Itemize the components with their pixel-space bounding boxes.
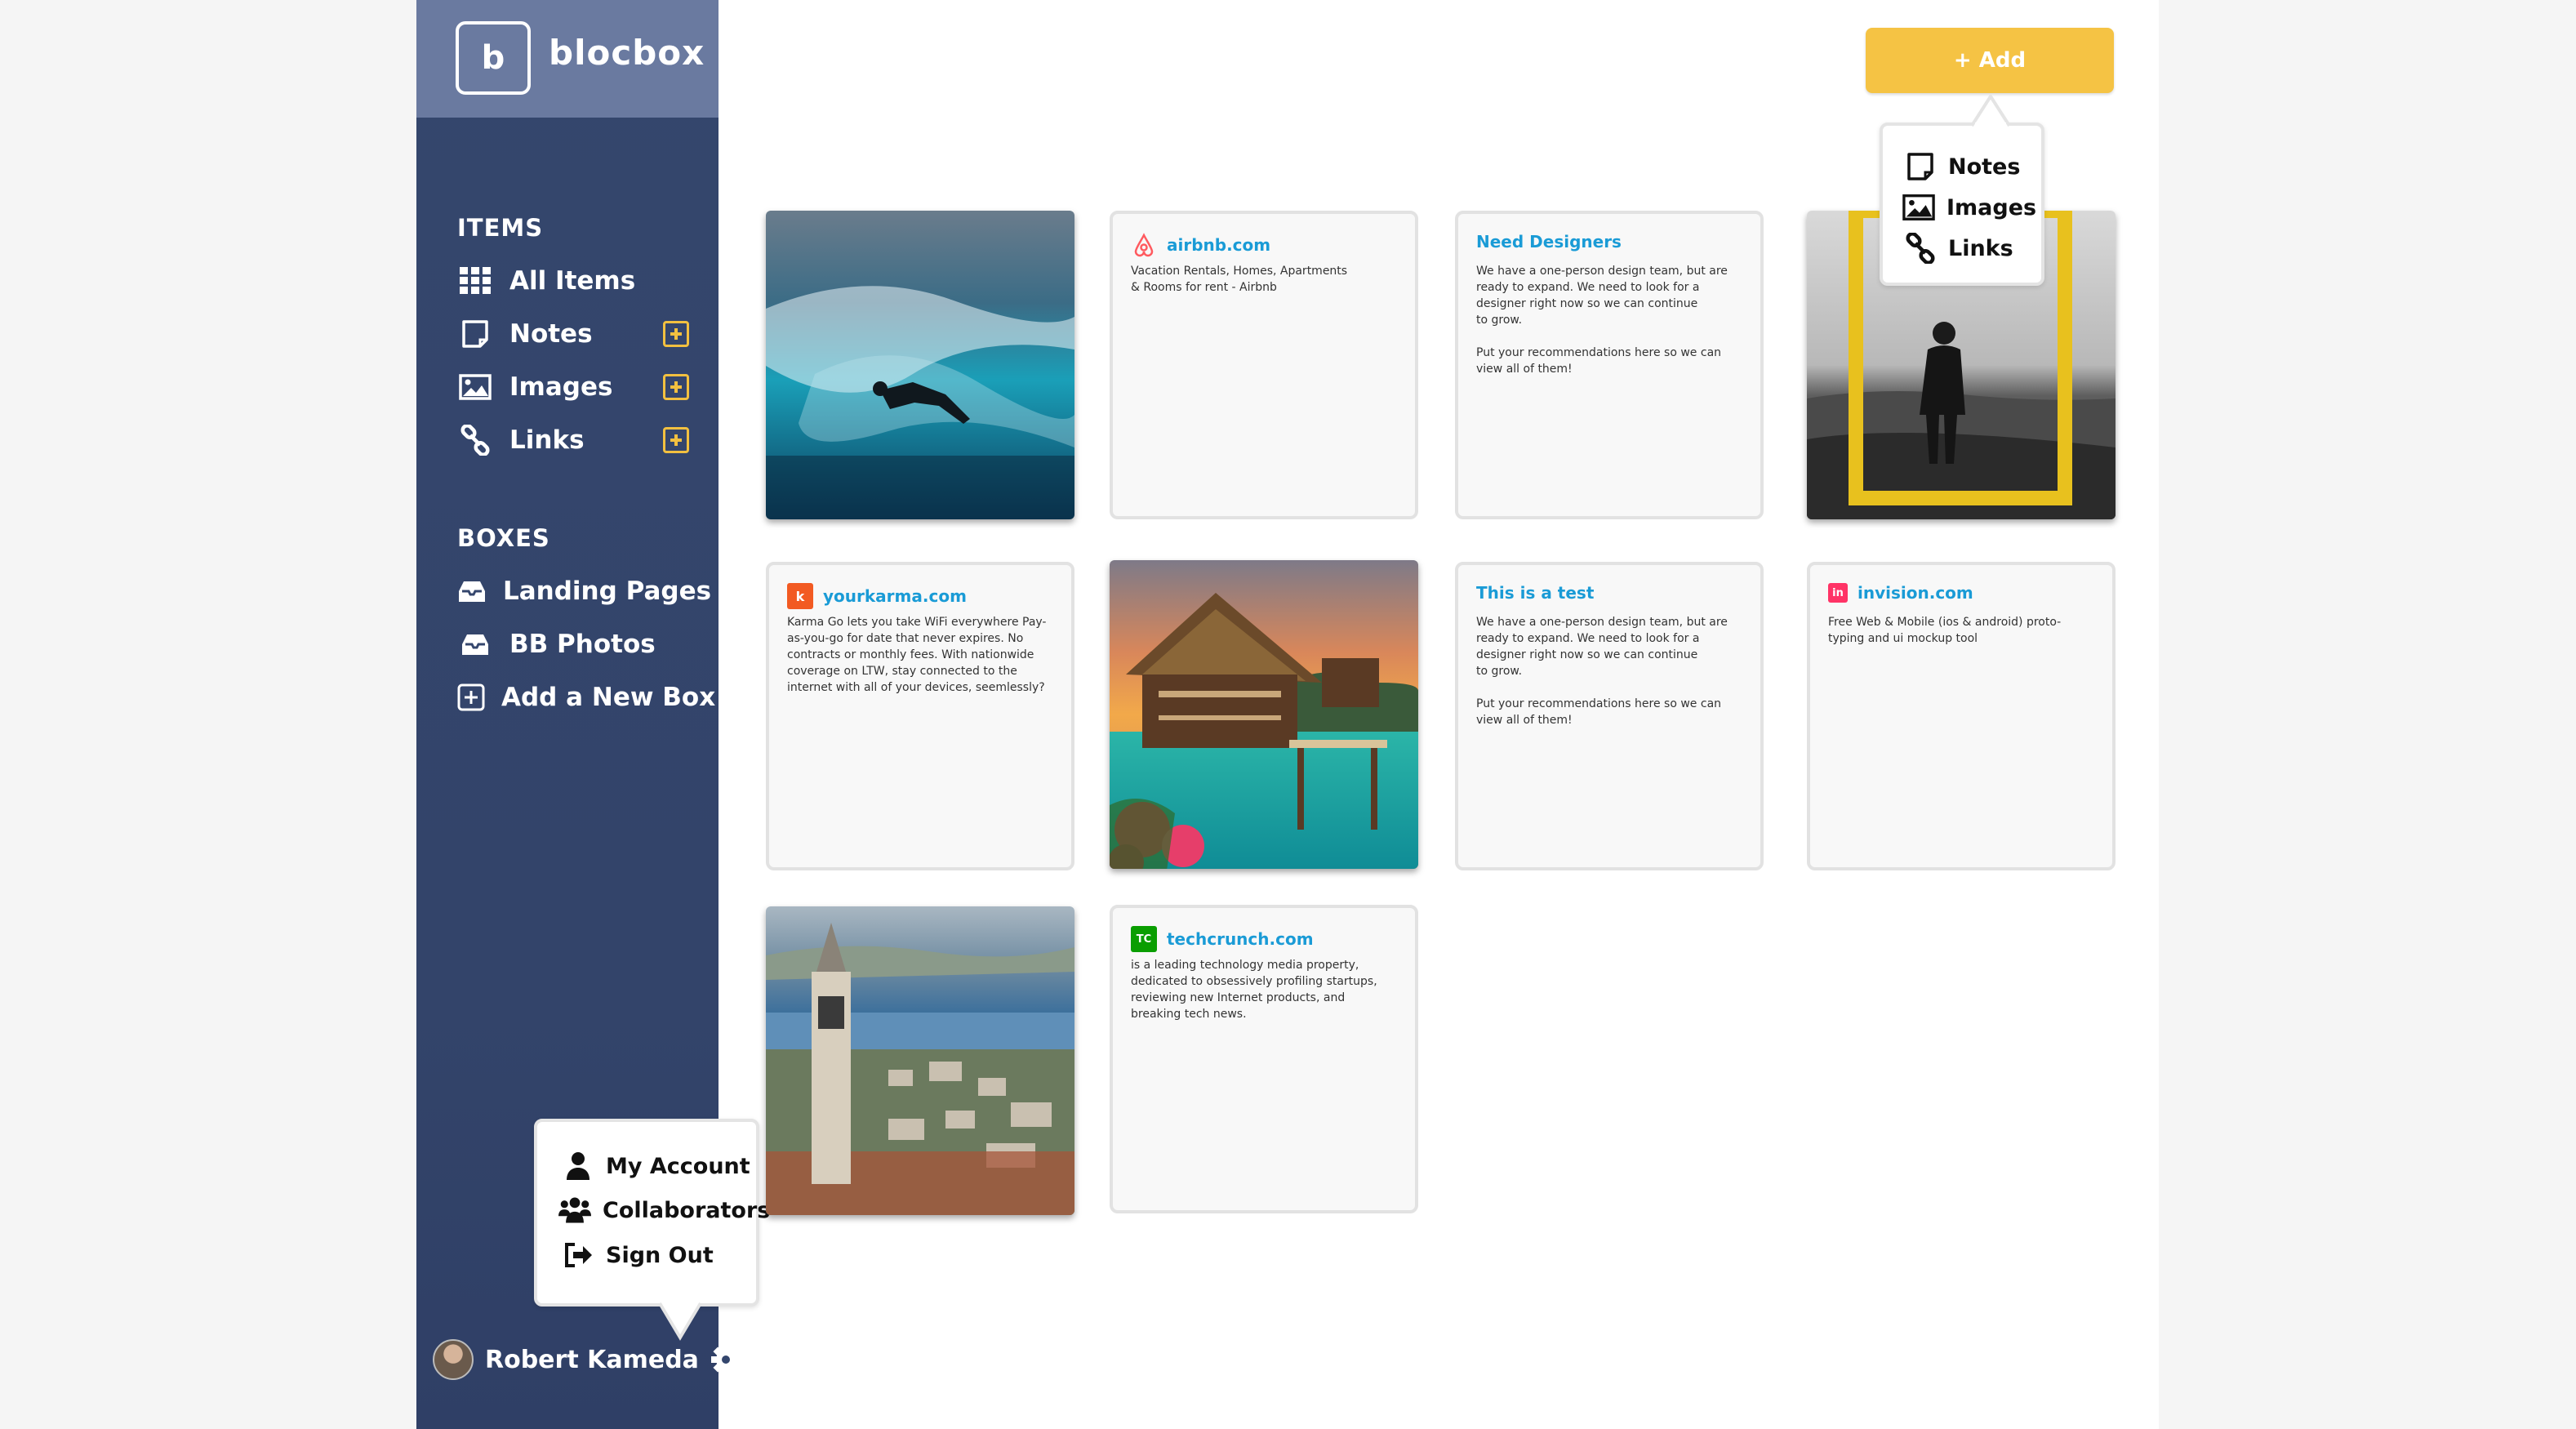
- card-body: We have a one-person design team, but ar…: [1476, 616, 1728, 727]
- add-menu-item-images[interactable]: Images: [1902, 191, 2036, 224]
- sidebar-item-label: Add a New Box: [501, 683, 716, 712]
- card-title[interactable]: invision.com: [1857, 583, 1973, 603]
- image-card-surfer[interactable]: [766, 211, 1074, 519]
- link-card-airbnb[interactable]: airbnb.com Vacation Rentals, Homes, Apar…: [1110, 211, 1418, 519]
- add-menu-item-links[interactable]: Links: [1904, 232, 2013, 265]
- karma-icon: k: [787, 583, 813, 609]
- inbox-icon: [457, 573, 487, 609]
- card-body: We have a one-person design team, but ar…: [1476, 265, 1728, 376]
- add-note-icon[interactable]: [663, 321, 689, 347]
- gear-icon[interactable]: [710, 1344, 741, 1375]
- items-section-title: ITEMS: [457, 214, 544, 242]
- sign-out-icon: [562, 1239, 594, 1271]
- menu-item-label: Links: [1948, 235, 2013, 261]
- sidebar-item-links[interactable]: Links: [457, 417, 702, 463]
- techcrunch-icon: TC: [1131, 926, 1157, 952]
- inbox-icon: [457, 626, 493, 662]
- card-body: Vacation Rentals, Homes, Apartments & Ro…: [1131, 265, 1348, 294]
- card-header: in invision.com: [1828, 583, 1973, 603]
- menu-item-label: Notes: [1948, 154, 2021, 180]
- grid-icon: [457, 263, 493, 299]
- users-icon: [558, 1194, 591, 1226]
- brand-bar[interactable]: b blocbox: [416, 0, 719, 118]
- sidebar-item-images[interactable]: Images: [457, 364, 702, 410]
- card-title[interactable]: yourkarma.com: [823, 586, 967, 606]
- sidebar-item-label: Images: [509, 372, 613, 402]
- card-title[interactable]: airbnb.com: [1167, 235, 1270, 255]
- card-header: k yourkarma.com: [787, 583, 967, 609]
- surfer-photo: [766, 211, 1074, 519]
- sidebar-item-label: All Items: [509, 266, 636, 296]
- bungalow-photo: [1110, 560, 1418, 869]
- user-icon: [562, 1150, 594, 1182]
- sidebar-item-label: Notes: [509, 319, 593, 349]
- plus-square-icon: [457, 679, 485, 715]
- sidebar-item-label: Links: [509, 425, 585, 455]
- menu-item-label: Images: [1946, 194, 2037, 220]
- boxes-section-title: BOXES: [457, 524, 550, 552]
- sidebar-item-label: Landing Pages: [503, 576, 712, 606]
- image-card-bungalow[interactable]: [1110, 560, 1418, 869]
- card-header: airbnb.com: [1131, 232, 1270, 258]
- card-body: is a leading technology media property, …: [1131, 959, 1377, 1021]
- link-card-invision[interactable]: in invision.com Free Web & Mobile (ios &…: [1807, 562, 2116, 870]
- sidebar-item-label: BB Photos: [509, 630, 656, 659]
- image-icon: [1902, 191, 1935, 224]
- note-card-need-designers[interactable]: Need Designers We have a one-person desi…: [1455, 211, 1764, 519]
- card-header: TC techcrunch.com: [1131, 926, 1314, 952]
- account-menu: My Account Collaborators Sign Out: [534, 1119, 770, 1307]
- card-title[interactable]: This is a test: [1476, 583, 1594, 603]
- sidebar-item-notes[interactable]: Notes: [457, 311, 702, 357]
- card-body: Free Web & Mobile (ios & android) proto-…: [1828, 616, 2062, 645]
- sidebar-box-bb-photos[interactable]: BB Photos: [457, 621, 702, 667]
- card-title[interactable]: techcrunch.com: [1167, 929, 1314, 949]
- logo-icon: b: [456, 21, 531, 95]
- sidebar-add-new-box[interactable]: Add a New Box: [457, 674, 715, 720]
- menu-item-sign-out[interactable]: Sign Out: [562, 1239, 714, 1271]
- campanile-photo: [766, 906, 1074, 1215]
- link-card-yourkarma[interactable]: k yourkarma.com Karma Go lets you take W…: [766, 562, 1074, 870]
- link-icon: [1904, 232, 1937, 265]
- note-icon: [457, 316, 493, 352]
- menu-item-label: My Account: [606, 1153, 750, 1179]
- note-card-this-is-a-test[interactable]: This is a test We have a one-person desi…: [1455, 562, 1764, 870]
- airbnb-icon: [1131, 232, 1157, 258]
- menu-item-label: Collaborators: [603, 1197, 771, 1223]
- card-title[interactable]: Need Designers: [1476, 232, 1622, 252]
- link-card-techcrunch[interactable]: TC techcrunch.com is a leading technolog…: [1110, 905, 1418, 1213]
- user-profile[interactable]: Robert Kameda: [433, 1339, 741, 1380]
- link-icon: [457, 422, 493, 458]
- sidebar-item-all-items[interactable]: All Items: [457, 258, 702, 304]
- account-menu-pointer: [658, 1302, 702, 1341]
- add-menu: Notes Images Links: [1880, 122, 2044, 286]
- user-name: Robert Kameda: [485, 1345, 699, 1374]
- note-icon: [1904, 150, 1937, 183]
- image-icon: [457, 369, 493, 405]
- menu-item-collaborators[interactable]: Collaborators: [558, 1194, 770, 1226]
- card-body: Karma Go lets you take WiFi everywhere P…: [787, 616, 1047, 694]
- add-menu-pointer: [1970, 95, 2011, 127]
- add-image-icon[interactable]: [663, 374, 689, 400]
- sidebar-box-landing-pages[interactable]: Landing Pages: [457, 568, 711, 614]
- image-card-campanile[interactable]: [766, 906, 1074, 1215]
- menu-item-label: Sign Out: [606, 1242, 714, 1268]
- menu-item-my-account[interactable]: My Account: [562, 1150, 750, 1182]
- add-button[interactable]: + Add: [1866, 28, 2114, 93]
- invision-icon: in: [1828, 583, 1848, 603]
- brand-name: blocbox: [549, 33, 705, 73]
- add-menu-item-notes[interactable]: Notes: [1904, 150, 2020, 183]
- add-link-icon[interactable]: [663, 427, 689, 453]
- avatar[interactable]: [433, 1339, 474, 1380]
